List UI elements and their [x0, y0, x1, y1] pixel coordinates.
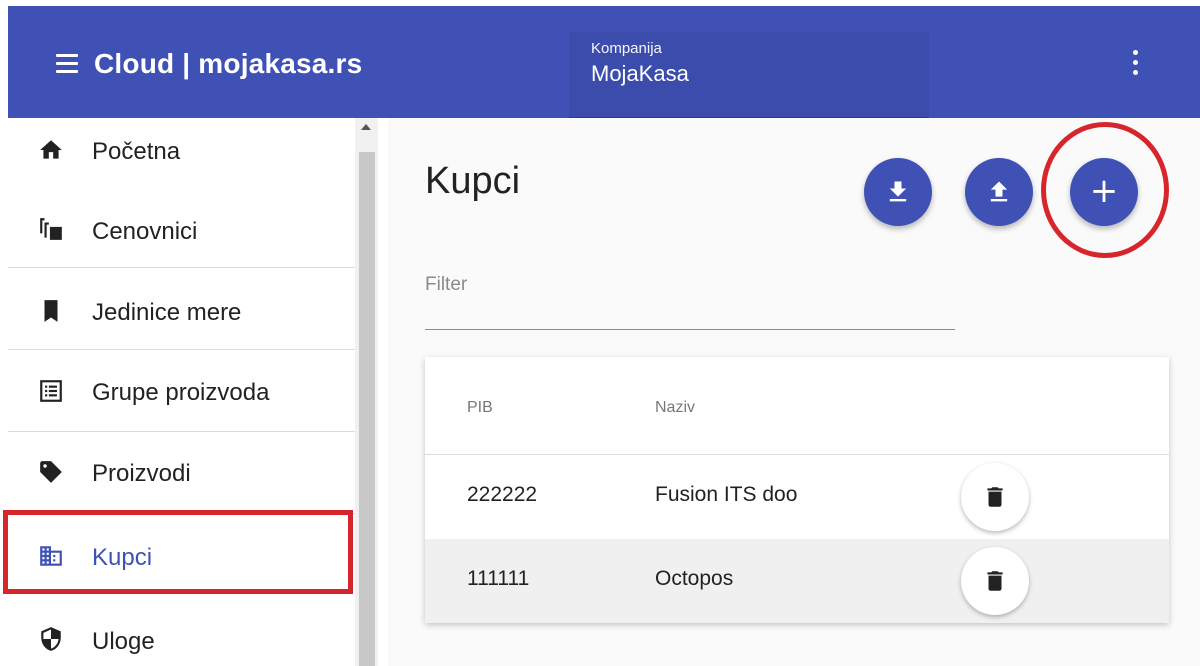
sidebar-item-proizvodi[interactable]: Proizvodi [8, 432, 358, 514]
plus-icon: + [1089, 171, 1119, 211]
sidebar-item-kupci[interactable]: Kupci [8, 514, 358, 596]
delete-icon [987, 487, 1003, 507]
sidebar-item-label: Cenovnici [92, 218, 198, 245]
sidebar-item-grupe-proizvoda[interactable]: Grupe proizvoda [8, 350, 358, 432]
sidebar-item-uloge[interactable]: Uloge [8, 596, 358, 666]
upload-button[interactable] [965, 158, 1033, 226]
customers-table: PIB Naziv 222222 Fusion ITS doo 111111 O… [425, 357, 1169, 623]
delete-icon [987, 571, 1003, 591]
library-icon [40, 218, 62, 240]
table-row[interactable]: 111111 Octopos [425, 539, 1169, 623]
company-label: Kompanija [591, 40, 662, 57]
delete-button[interactable] [961, 463, 1029, 531]
tag-icon [40, 461, 62, 483]
cell-pib: 111111 [467, 567, 530, 590]
column-header-pib[interactable]: PIB [467, 399, 493, 417]
sidebar-item-label: Početna [92, 138, 181, 165]
download-button[interactable] [864, 158, 932, 226]
hamburger-menu-icon[interactable] [56, 54, 82, 74]
sidebar-item-label: Proizvodi [92, 460, 191, 487]
page-title: Kupci [425, 160, 521, 202]
cell-naziv: Octopos [655, 567, 734, 590]
upload-icon [990, 181, 1008, 202]
sidebar-item-label: Jedinice mere [92, 299, 242, 326]
sidebar-item-jedinice-mere[interactable]: Jedinice mere [8, 268, 358, 350]
scroll-up-arrow-icon[interactable] [361, 124, 371, 130]
home-icon [40, 140, 62, 159]
table-header: PIB Naziv [425, 357, 1169, 455]
table-row[interactable]: 222222 Fusion ITS doo [425, 455, 1169, 539]
filter-input[interactable] [425, 268, 955, 330]
list-alt-icon [40, 380, 62, 402]
app-bar: Cloud | mojakasa.rs Kompanija MojaKasa [8, 6, 1200, 118]
sidebar-scrollbar-thumb[interactable] [359, 152, 375, 666]
sidebar-item-label: Grupe proizvoda [92, 379, 270, 406]
more-vertical-icon[interactable] [1130, 50, 1140, 80]
app-title: Cloud | mojakasa.rs [94, 48, 363, 79]
company-value: MojaKasa [591, 61, 689, 86]
delete-button[interactable] [961, 547, 1029, 615]
add-customer-button[interactable]: + [1070, 158, 1138, 226]
shield-icon [41, 627, 61, 651]
sidebar-item-label: Kupci [92, 544, 153, 571]
cell-naziv: Fusion ITS doo [655, 483, 798, 506]
sidebar: Početna Cenovnici Jedinice mere Grupe pr… [8, 118, 388, 666]
sidebar-item-cenovnici[interactable]: Cenovnici [8, 186, 358, 268]
cell-pib: 222222 [467, 483, 538, 506]
business-icon [40, 546, 62, 566]
sidebar-item-label: Uloge [92, 628, 155, 655]
download-icon [889, 181, 907, 202]
company-select[interactable]: Kompanija MojaKasa [569, 32, 929, 118]
bookmark-icon [44, 300, 58, 322]
column-header-naziv[interactable]: Naziv [655, 399, 695, 417]
